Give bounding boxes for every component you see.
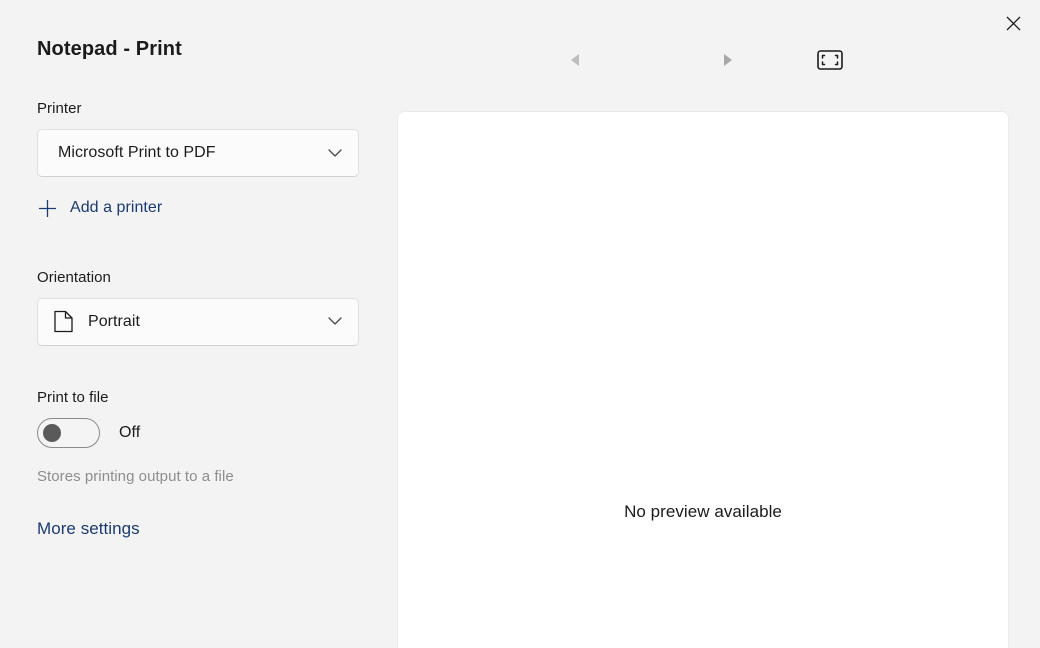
printer-label: Printer: [37, 100, 82, 117]
triangle-left-icon: [569, 53, 581, 70]
print-to-file-toggle-row: Off: [37, 417, 360, 448]
orientation-select[interactable]: Portrait: [37, 297, 359, 346]
printer-section: Printer Microsoft Print to PDF Add a pri…: [37, 100, 360, 223]
chevron-down-icon: [324, 311, 346, 333]
fit-to-page-icon: [817, 49, 843, 73]
more-settings-link[interactable]: More settings: [37, 519, 140, 539]
print-to-file-toggle[interactable]: [37, 417, 100, 448]
previous-page-button[interactable]: [556, 42, 594, 80]
preview-empty-message: No preview available: [624, 502, 782, 521]
preview-toolbar: [397, 42, 1009, 80]
print-to-file-helper: Stores printing output to a file: [37, 467, 234, 485]
toggle-knob: [43, 423, 61, 442]
add-printer-button[interactable]: Add a printer: [37, 198, 162, 218]
print-preview-pane: No preview available: [397, 111, 1009, 648]
printer-selected-value: Microsoft Print to PDF: [58, 144, 216, 161]
settings-panel: Printer Microsoft Print to PDF Add a pri…: [0, 100, 397, 539]
fit-to-page-button[interactable]: [811, 42, 849, 80]
next-page-button[interactable]: [709, 42, 747, 80]
printer-select[interactable]: Microsoft Print to PDF: [37, 129, 359, 177]
orientation-selected-value: Portrait: [88, 312, 140, 330]
orientation-label: Orientation: [37, 268, 111, 286]
print-to-file-label: Print to file: [37, 388, 109, 406]
close-icon: [1006, 16, 1021, 31]
add-printer-label: Add a printer: [70, 199, 163, 216]
page-portrait-icon: [52, 310, 74, 333]
triangle-right-icon: [722, 53, 734, 70]
close-window-button[interactable]: [990, 4, 1036, 42]
chevron-down-icon: [324, 142, 346, 164]
plus-icon: [37, 198, 57, 218]
print-to-file-state: Off: [119, 423, 141, 441]
orientation-section: Orientation Portrait: [37, 269, 360, 346]
print-to-file-section: Print to file Off Stores printing output…: [37, 389, 360, 485]
page-title: Notepad - Print: [37, 38, 182, 60]
